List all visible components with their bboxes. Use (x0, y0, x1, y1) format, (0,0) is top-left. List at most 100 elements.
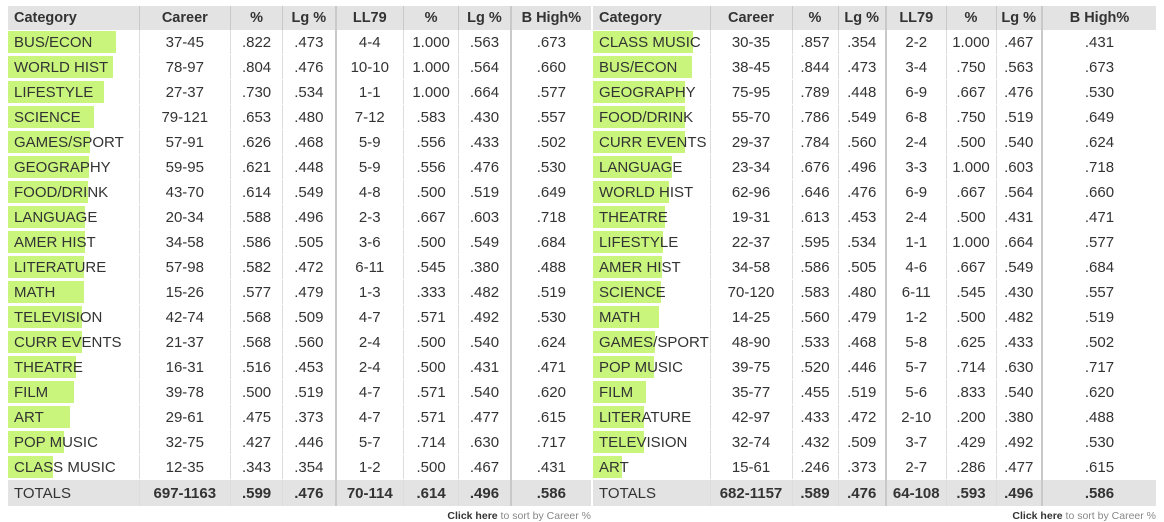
col-header-ll79-lg-pct[interactable]: Lg % (996, 6, 1043, 30)
cell-ll79: 6-8 (886, 104, 947, 130)
cell-ll79-pct: 1.000 (403, 30, 460, 55)
cell-ll79: 3-4 (886, 54, 947, 80)
sort-note-text: to sort by Career % (1065, 510, 1156, 522)
cell-ll79-pct: .571 (403, 304, 460, 330)
cell-ll79: 1-1 (335, 79, 404, 105)
cell-career-pct: .516 (230, 354, 284, 380)
cell-career: 15-61 (710, 454, 793, 480)
table-row: TELEVISION 42-74.568.509 4-7.571.492.530 (8, 304, 591, 330)
cell-ll79-pct: .714 (946, 354, 997, 380)
col-header-ll79-lg-pct[interactable]: Lg % (458, 6, 512, 30)
cell-ll79: 4-4 (335, 30, 404, 55)
table-row: TELEVISION 32-74.432.509 3-7.429.492.530 (593, 429, 1156, 455)
category-label: POP MUSIC (599, 358, 683, 376)
cell-b-high-pct: .586 (1042, 479, 1156, 506)
cell-category: CLASS MUSIC (8, 454, 140, 480)
col-header-lg-pct[interactable]: Lg % (282, 6, 337, 30)
col-header-career[interactable]: Career (710, 6, 793, 30)
category-label: WORLD HIST (14, 58, 109, 76)
cell-ll79: 2-10 (886, 404, 947, 430)
cell-ll79-pct: .429 (946, 429, 997, 455)
table-row: SCIENCE 70-120.583.480 6-11.545.430.557 (593, 279, 1156, 305)
col-header-category[interactable]: Category (8, 6, 140, 30)
cell-category: AMER HIST (593, 254, 711, 280)
cell-career: 55-70 (710, 104, 793, 130)
cell-career-pct: .599 (230, 479, 284, 506)
cell-ll79-lg-pct: .664 (996, 229, 1043, 255)
cell-ll79-lg-pct: .563 (458, 30, 512, 55)
col-header-career-pct[interactable]: % (792, 6, 839, 30)
cell-career-pct: .613 (792, 204, 839, 230)
sort-by-career-pct-link[interactable]: Click here (447, 510, 497, 522)
cell-lg-pct: .519 (282, 379, 337, 405)
cell-category: LIFESTYLE (8, 79, 140, 105)
cell-b-high-pct: .718 (1042, 154, 1156, 180)
category-label: FOOD/DRINK (599, 108, 694, 126)
cell-ll79-pct: .333 (403, 279, 460, 305)
category-label: BUS/ECON (14, 33, 93, 51)
cell-career-pct: .786 (792, 104, 839, 130)
cell-career-pct: .857 (792, 30, 839, 55)
cell-ll79-lg-pct: .564 (458, 54, 512, 80)
cell-lg-pct: .560 (282, 329, 337, 355)
col-header-career[interactable]: Career (139, 6, 232, 30)
col-header-category[interactable]: Category (593, 6, 711, 30)
col-header-ll79-pct[interactable]: % (946, 6, 997, 30)
cell-ll79-pct: 1.000 (946, 229, 997, 255)
cell-category: FOOD/DRINK (8, 179, 140, 205)
cell-ll79: 6-9 (886, 79, 947, 105)
cell-career: 19-31 (710, 204, 793, 230)
category-label: GEOGRAPHY (14, 158, 111, 176)
table-row: GAMES/SPORT 57-91.626.468 5-9.556.433.502 (8, 129, 591, 155)
cell-b-high-pct: .660 (510, 54, 591, 80)
cell-b-high-pct: .431 (510, 454, 591, 480)
cell-ll79-lg-pct: .549 (996, 254, 1043, 280)
table-row: LIFESTYLE 22-37.595.534 1-1 1.000.664.577 (593, 229, 1156, 255)
table-row: THEATRE 19-31.613.453 2-4.500.431.471 (593, 204, 1156, 230)
cell-career: 15-26 (139, 279, 232, 305)
cell-lg-pct: .354 (282, 454, 337, 480)
cell-category: CLASS MUSIC (593, 30, 711, 55)
cell-b-high-pct: .718 (510, 204, 591, 230)
cell-ll79: 6-11 (335, 254, 404, 280)
cell-lg-pct: .505 (838, 254, 887, 280)
cell-ll79-pct: .833 (946, 379, 997, 405)
col-header-ll79[interactable]: LL79 (335, 6, 404, 30)
cell-ll79-lg-pct: .380 (996, 404, 1043, 430)
cell-b-high-pct: .615 (1042, 454, 1156, 480)
col-header-b-high-pct[interactable]: B High% (1042, 6, 1156, 30)
cell-category: LITERATURE (593, 404, 711, 430)
cell-career-pct: .560 (792, 304, 839, 330)
header-row: Category Career % Lg % LL79 % Lg % B Hig… (8, 6, 591, 30)
cell-lg-pct: .448 (282, 154, 337, 180)
cell-category: MATH (593, 304, 711, 330)
cell-ll79-lg-pct: .492 (996, 429, 1043, 455)
col-header-ll79-pct[interactable]: % (403, 6, 460, 30)
col-header-career-pct[interactable]: % (230, 6, 284, 30)
category-label: SCIENCE (14, 108, 81, 126)
sort-by-career-pct-link[interactable]: Click here (1012, 510, 1062, 522)
category-label: FOOD/DRINK (14, 183, 109, 201)
cell-ll79: 7-12 (335, 104, 404, 130)
table-row: ART 15-61.246.373 2-7.286.477.615 (593, 454, 1156, 480)
cell-category: SCIENCE (593, 279, 711, 305)
cell-ll79: 2-3 (335, 204, 404, 230)
cell-category: TELEVISION (8, 304, 140, 330)
col-header-b-high-pct[interactable]: B High% (510, 6, 591, 30)
category-label: MATH (14, 283, 56, 301)
cell-career: 21-37 (139, 329, 232, 355)
cell-career: 37-45 (139, 30, 232, 55)
cell-career: 27-37 (139, 79, 232, 105)
cell-ll79-pct: .500 (946, 129, 997, 155)
cell-b-high-pct: .660 (1042, 179, 1156, 205)
cell-ll79-lg-pct: .433 (996, 329, 1043, 355)
cell-career-pct: .582 (230, 254, 284, 280)
cell-ll79-lg-pct: .540 (458, 329, 512, 355)
cell-b-high-pct: .620 (510, 379, 591, 405)
cell-b-high-pct: .488 (510, 254, 591, 280)
col-header-lg-pct[interactable]: Lg % (838, 6, 887, 30)
cell-lg-pct: .373 (838, 454, 887, 480)
category-label: GAMES/SPORT (599, 333, 709, 351)
cell-ll79-lg-pct: .549 (458, 229, 512, 255)
col-header-ll79[interactable]: LL79 (886, 6, 947, 30)
